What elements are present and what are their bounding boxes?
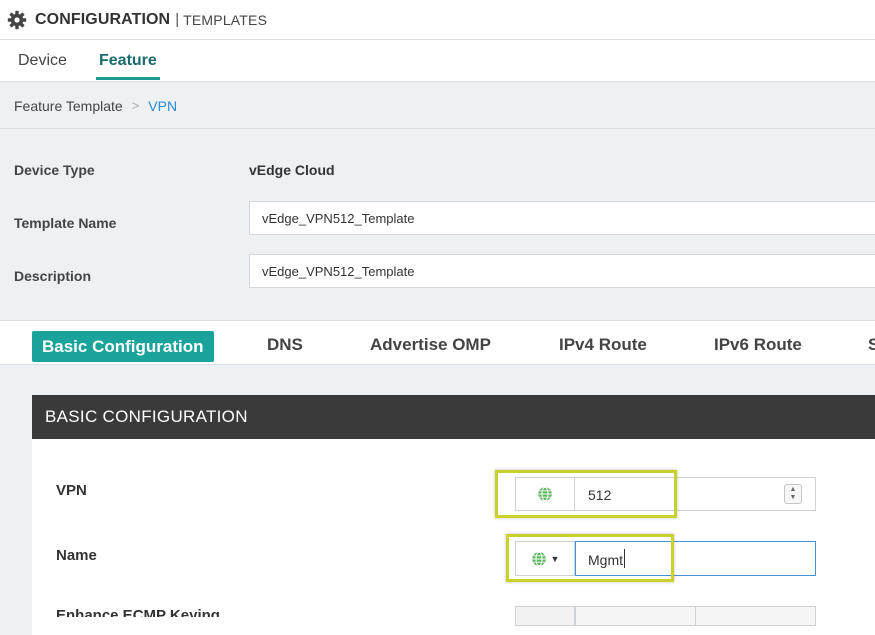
enhance-ecmp-label-text: Enhance ECMP Keying (56, 607, 220, 617)
vpn-highlight-box (495, 470, 677, 518)
feature-section-tabs: Basic Configuration DNS Advertise OMP IP… (0, 320, 875, 365)
ecmp-option-off[interactable] (695, 606, 816, 626)
vpn-label: VPN (56, 482, 87, 499)
description-label: Description (14, 268, 92, 284)
template-name-label: Template Name (14, 215, 117, 231)
stepper-up-icon[interactable]: ▲ (790, 486, 797, 494)
page-subtitle: TEMPLATES (183, 11, 268, 28)
basic-config-heading: BASIC CONFIGURATION (32, 395, 875, 439)
top-tabs: Device Feature (0, 40, 875, 82)
breadcrumb-feature-template[interactable]: Feature Template (14, 98, 123, 114)
vpn-stepper[interactable]: ▲ ▼ (784, 484, 802, 504)
tab-more[interactable]: S (868, 332, 875, 358)
template-name-field[interactable]: vEdge_VPN512_Template (249, 201, 875, 235)
tab-ipv6-route[interactable]: IPv6 Route (714, 332, 802, 358)
device-type-value: vEdge Cloud (249, 162, 335, 178)
name-highlight-box (506, 534, 674, 582)
title-separator: | (175, 11, 180, 28)
tab-dns[interactable]: DNS (267, 332, 303, 358)
enhance-ecmp-label: Enhance ECMP Keying (56, 607, 256, 617)
tab-advertise-omp[interactable]: Advertise OMP (370, 332, 491, 358)
breadcrumb-vpn: VPN (148, 97, 178, 114)
ecmp-scope-selector[interactable] (515, 606, 575, 626)
device-type-label: Device Type (14, 162, 95, 178)
page-title: CONFIGURATION (35, 10, 171, 28)
breadcrumb-separator: > (131, 98, 140, 113)
breadcrumb: Feature Template > VPN (0, 83, 875, 129)
app-header: CONFIGURATION | TEMPLATES (0, 0, 875, 40)
name-label: Name (56, 547, 97, 564)
tab-device[interactable]: Device (18, 52, 67, 77)
tab-feature[interactable]: Feature (96, 52, 160, 80)
template-info-form: Device Type vEdge Cloud Template Name vE… (0, 130, 875, 320)
gear-icon (6, 9, 28, 31)
stepper-down-icon[interactable]: ▼ (790, 494, 797, 502)
tab-basic-configuration[interactable]: Basic Configuration (32, 331, 214, 362)
description-field[interactable]: vEdge_VPN512_Template (249, 254, 875, 288)
ecmp-option-on[interactable] (575, 606, 696, 626)
tab-ipv4-route[interactable]: IPv4 Route (559, 332, 647, 358)
